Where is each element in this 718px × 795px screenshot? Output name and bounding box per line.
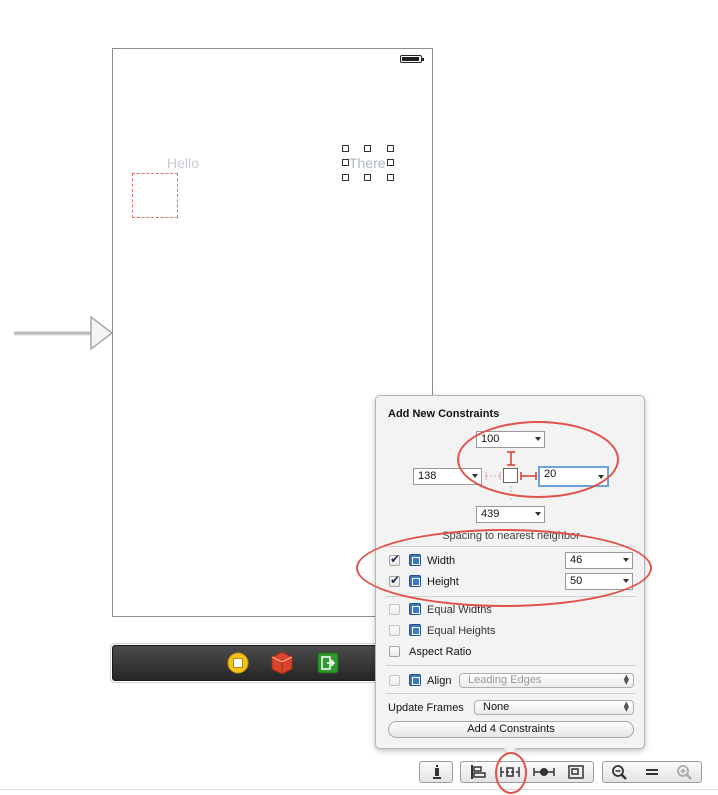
annotation-circle-pin-button [495,752,527,794]
divider [386,665,636,666]
zoom-in-icon[interactable] [676,762,694,782]
exit-icon[interactable] [317,652,339,674]
aspect-ratio-label: Aspect Ratio [409,646,472,658]
resize-handle[interactable] [364,174,371,181]
resize-handle[interactable] [364,145,371,152]
resize-handle[interactable] [342,145,349,152]
there-label[interactable]: There [349,155,386,171]
update-frames-label: Update Frames [388,702,464,714]
align-value: Leading Edges [468,674,542,686]
resize-handle[interactable] [387,145,394,152]
resize-handle[interactable] [387,174,394,181]
hello-label[interactable]: Hello [167,155,199,171]
equal-heights-icon [409,624,421,636]
resize-handle[interactable] [387,159,394,166]
zoom-out-icon[interactable] [611,762,629,782]
chevron-down-icon[interactable] [535,512,541,516]
aspect-ratio-checkbox[interactable] [389,646,400,657]
divider [386,693,636,694]
battery-icon [400,55,424,63]
add-constraints-button[interactable]: Add 4 Constraints [388,721,634,738]
leading-spacing-value: 138 [418,470,437,482]
updown-arrows-icon: ▲ ▼ [623,673,629,686]
issues-toolbar-group [419,761,453,783]
annotation-circle-size [356,529,652,607]
align-popup[interactable]: Leading Edges ▲ ▼ [459,673,634,688]
update-frames-popup[interactable]: None ▲ ▼ [474,700,634,715]
zoom-toolbar-group [602,761,702,783]
equal-heights-checkbox[interactable] [389,625,400,636]
hello-label-frame [132,173,178,218]
canvas-bottom-border [0,789,718,790]
equal-widths-checkbox[interactable] [389,604,400,615]
updown-arrows-icon: ▲ ▼ [623,700,629,713]
update-frames-value: None [483,701,510,713]
bottom-spacing-field[interactable]: 439 [476,506,545,523]
annotation-circle-spacing [457,421,619,498]
scene-dock [112,645,384,681]
align-icon[interactable] [469,762,487,782]
popover-title: Add New Constraints [388,408,500,420]
align-checkbox[interactable] [389,675,400,686]
first-responder-icon[interactable] [271,651,293,675]
resize-handle[interactable] [342,174,349,181]
align-icon [409,674,421,686]
auto-layout-toolbar-group [460,761,594,783]
issues-icon[interactable] [430,762,444,782]
resizing-icon[interactable] [567,762,585,782]
resize-handle[interactable] [342,159,349,166]
equal-widths-icon [409,603,421,615]
initial-view-controller-arrow [14,315,114,351]
equal-heights-label: Equal Heights [427,625,496,637]
resolve-issues-icon[interactable] [532,762,556,782]
align-label: Align [427,675,452,687]
view-controller-icon[interactable] [227,652,249,674]
bottom-spacing-value: 439 [481,508,500,520]
zoom-reset-icon[interactable] [643,762,661,782]
